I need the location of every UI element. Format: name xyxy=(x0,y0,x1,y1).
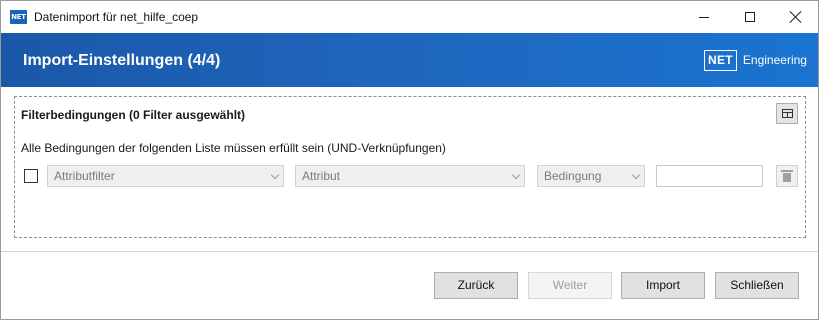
import-button[interactable]: Import xyxy=(621,272,705,299)
filter-hint: Alle Bedingungen der folgenden Liste müs… xyxy=(21,141,446,155)
table-view-button[interactable] xyxy=(776,103,798,124)
attribute-select[interactable]: Attribut xyxy=(295,165,525,187)
close-window-button[interactable] xyxy=(773,1,819,33)
next-button[interactable]: Weiter xyxy=(528,272,612,299)
maximize-button[interactable] xyxy=(727,1,773,33)
close-icon xyxy=(790,11,802,23)
condition-select[interactable]: Bedingung xyxy=(537,165,645,187)
attribute-value: Attribut xyxy=(302,169,341,183)
chevron-down-icon xyxy=(511,170,521,180)
import-dialog-window: NET Datenimport für net_hilfe_coep Impor… xyxy=(0,0,819,320)
minimize-button[interactable] xyxy=(681,1,727,33)
page-title: Import-Einstellungen (4/4) xyxy=(23,52,221,69)
condition-value: Bedingung xyxy=(544,169,602,183)
table-icon xyxy=(781,109,793,118)
attribute-filter-select[interactable]: Attributfilter xyxy=(47,165,284,187)
window-title: Datenimport für net_hilfe_coep xyxy=(34,10,199,24)
maximize-icon xyxy=(745,12,755,22)
close-button[interactable]: Schließen xyxy=(715,272,799,299)
filter-row-checkbox[interactable] xyxy=(24,169,38,183)
app-logo-icon: NET xyxy=(10,10,27,24)
attribute-filter-value: Attributfilter xyxy=(54,169,115,183)
delete-filter-button[interactable] xyxy=(776,165,798,187)
brand-logo: NET Engineering xyxy=(704,49,807,71)
chevron-down-icon xyxy=(270,170,280,180)
back-button[interactable]: Zurück xyxy=(434,272,518,299)
filter-value-input[interactable] xyxy=(656,165,763,187)
filter-conditions-group: Filterbedingungen (0 Filter ausgewählt) … xyxy=(14,96,806,238)
footer-divider xyxy=(1,251,818,252)
brand-text: Engineering xyxy=(742,53,807,67)
chevron-down-icon xyxy=(631,170,641,180)
trash-icon xyxy=(781,169,793,182)
title-bar: NET Datenimport für net_hilfe_coep xyxy=(1,1,818,33)
brand-badge: NET xyxy=(704,49,737,71)
minimize-icon xyxy=(699,16,709,18)
filter-heading: Filterbedingungen (0 Filter ausgewählt) xyxy=(21,108,246,122)
header-banner: Import-Einstellungen (4/4) NET Engineeri… xyxy=(1,33,818,87)
